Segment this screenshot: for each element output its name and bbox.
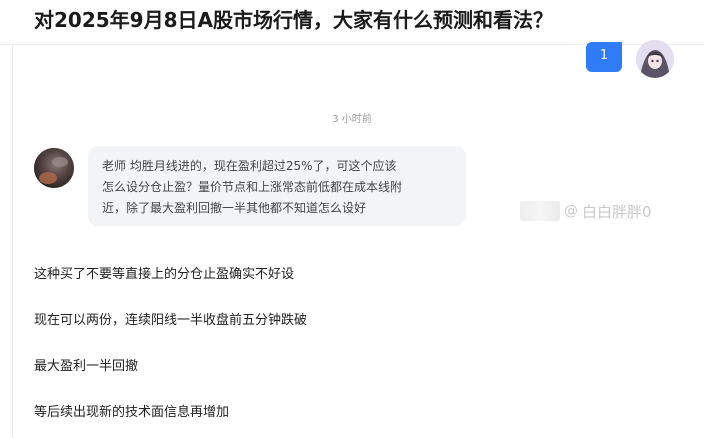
my-message-text: 1	[599, 48, 609, 63]
my-message-bubble[interactable]: 1	[586, 42, 622, 72]
reply-paragraph: 这种买了不要等直接上的分仓止盈确实不好设	[34, 267, 295, 282]
reply-paragraph: 最大盈利一半回撤	[34, 359, 139, 374]
sender-avatar[interactable]	[34, 148, 74, 188]
weibo-at-icon: @	[564, 203, 578, 219]
watermark-blur	[520, 201, 560, 221]
incoming-message-line: 怎么设分仓止盈？量价节点和上涨常态前低都在成本线附	[102, 180, 403, 194]
watermark: @ 白白胖胖0	[520, 198, 652, 224]
watermark-text: 白白胖胖0	[582, 202, 652, 221]
reply-paragraph: 现在可以两份，连续阳线一半收盘前五分钟跌破	[34, 313, 308, 328]
incoming-message-bubble[interactable]: 老师 均胜月线进的，现在盈利超过25%了，可这个应该 怎么设分仓止盈？量价节点和…	[88, 146, 466, 226]
incoming-message-line: 近，除了最大盈利回撤一半其他都不知道怎么设好	[102, 201, 367, 215]
content-left-rule	[12, 44, 13, 438]
my-avatar[interactable]	[636, 40, 674, 78]
reply-paragraph: 等后续出现新的技术面信息再增加	[34, 405, 230, 420]
question-title[interactable]: 对2025年9月8日A股市场行情，大家有什么预测和看法？	[0, 0, 704, 36]
avatar-image	[636, 40, 674, 78]
incoming-message-line: 老师 均胜月线进的，现在盈利超过25%了，可这个应该	[102, 159, 397, 173]
avatar-image	[34, 148, 74, 188]
message-timestamp: 3 小时前	[332, 114, 372, 125]
page: 对2025年9月8日A股市场行情，大家有什么预测和看法？ 1 3 小时前 老师 …	[0, 0, 704, 438]
